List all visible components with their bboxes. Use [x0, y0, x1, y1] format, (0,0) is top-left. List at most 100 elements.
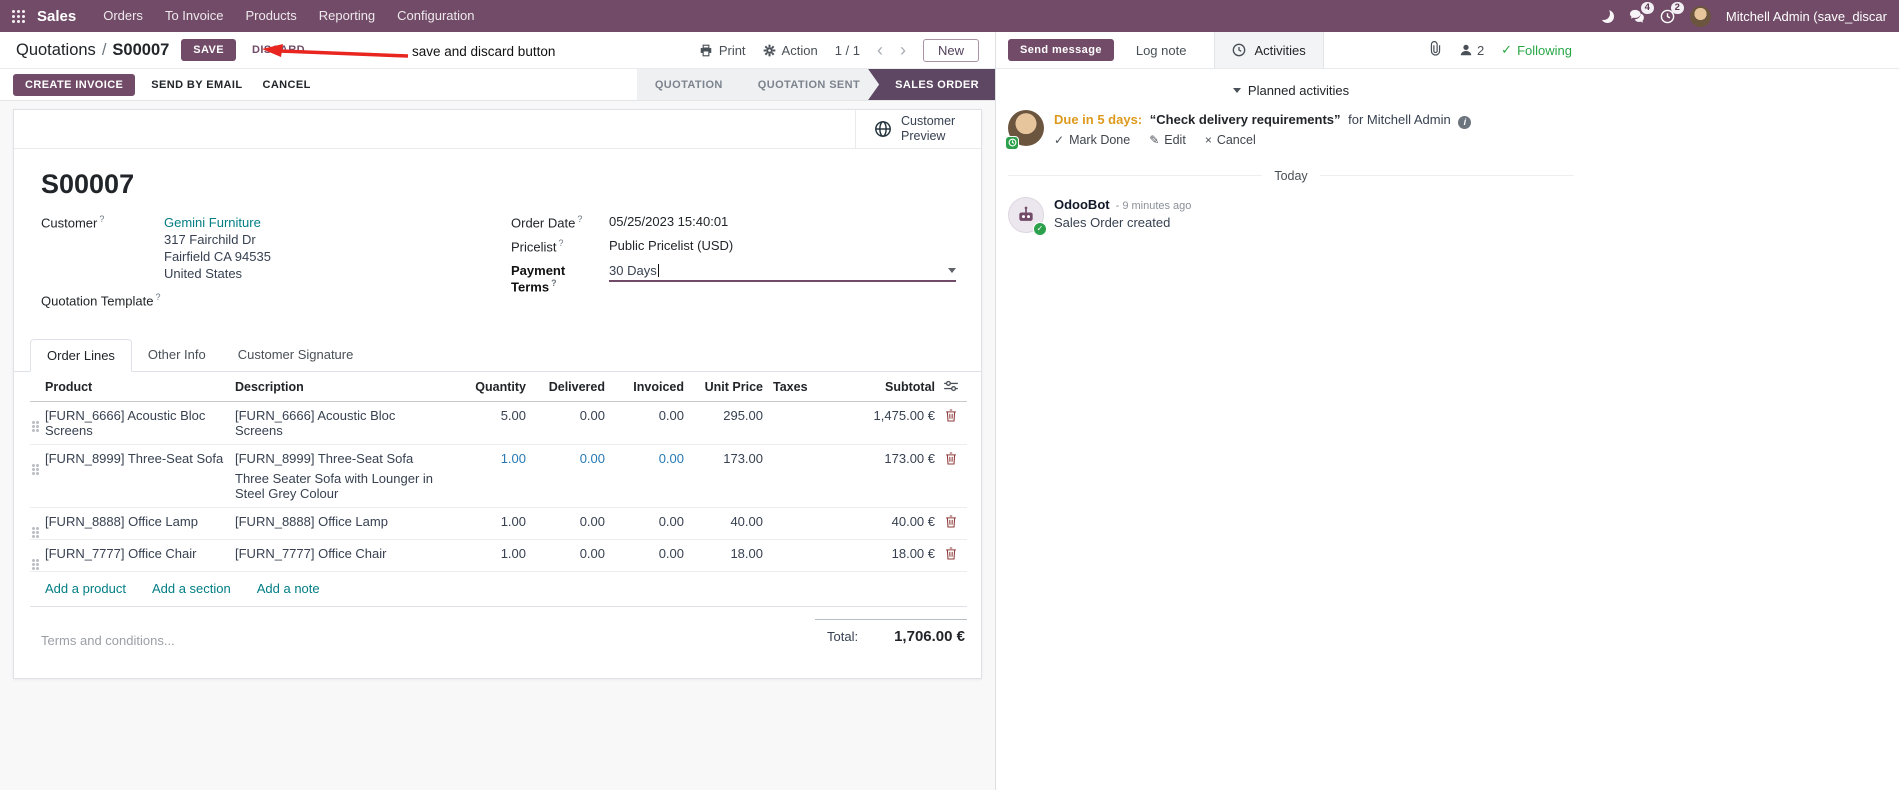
drag-handle-icon[interactable]: [32, 464, 35, 468]
menu-reporting[interactable]: Reporting: [308, 0, 386, 32]
table-row[interactable]: [FURN_6666] Acoustic Bloc Screens [FURN_…: [30, 402, 967, 446]
user-name[interactable]: Mitchell Admin (save_discar: [1726, 9, 1887, 24]
save-button[interactable]: SAVE: [181, 39, 237, 61]
header-subtotal[interactable]: Subtotal: [835, 380, 935, 394]
send-by-email-button[interactable]: SEND BY EMAIL: [141, 74, 252, 96]
header-delivered[interactable]: Delivered: [526, 380, 605, 394]
table-row[interactable]: [FURN_8999] Three-Seat Sofa [FURN_8999] …: [30, 445, 967, 509]
followers-button[interactable]: 2: [1459, 43, 1484, 58]
add-a-note-link[interactable]: Add a note: [257, 581, 320, 596]
line-invoiced[interactable]: 0.00: [605, 514, 684, 529]
table-row[interactable]: [FURN_8888] Office Lamp [FURN_8888] Offi…: [30, 508, 967, 541]
line-product[interactable]: [FURN_6666] Acoustic Bloc Screens: [45, 408, 235, 438]
line-delivered[interactable]: 0.00: [526, 546, 605, 561]
menu-products[interactable]: Products: [234, 0, 307, 32]
cancel-activity-button[interactable]: × Cancel: [1205, 133, 1256, 147]
line-description[interactable]: [FURN_7777] Office Chair: [235, 546, 447, 561]
add-a-section-link[interactable]: Add a section: [152, 581, 231, 596]
line-product[interactable]: [FURN_8888] Office Lamp: [45, 514, 235, 529]
pager-next-icon[interactable]: ›: [900, 41, 906, 59]
customer-link[interactable]: Gemini Furniture: [164, 215, 261, 230]
menu-to-invoice[interactable]: To Invoice: [154, 0, 235, 32]
header-quantity[interactable]: Quantity: [447, 380, 526, 394]
payment-terms-label: Payment Terms?: [511, 262, 566, 294]
table-footer-links: Add a product Add a section Add a note: [30, 572, 967, 608]
send-message-button[interactable]: Send message: [1008, 39, 1114, 61]
delete-line-icon[interactable]: [945, 452, 957, 465]
line-unit-price[interactable]: 173.00: [684, 451, 763, 466]
record-title[interactable]: S00007: [14, 169, 981, 200]
edit-activity-button[interactable]: ✎ Edit: [1149, 133, 1186, 147]
cancel-button[interactable]: CANCEL: [252, 74, 320, 96]
line-product[interactable]: [FURN_7777] Office Chair: [45, 546, 235, 561]
status-quotation[interactable]: QUOTATION: [637, 69, 743, 100]
activities-clock-icon[interactable]: 2: [1660, 1, 1684, 24]
terms-placeholder[interactable]: Terms and conditions...: [41, 633, 175, 648]
messages-icon[interactable]: 4: [1629, 2, 1654, 23]
line-unit-price[interactable]: 18.00: [684, 546, 763, 561]
pricelist-value[interactable]: Public Pricelist (USD): [609, 238, 733, 253]
add-a-product-link[interactable]: Add a product: [45, 581, 126, 596]
drag-handle-icon[interactable]: [32, 527, 35, 531]
line-invoiced[interactable]: 0.00: [605, 408, 684, 423]
line-quantity[interactable]: 1.00: [447, 546, 526, 561]
tab-other-info[interactable]: Other Info: [132, 339, 222, 372]
line-description[interactable]: [FURN_8999] Three-Seat Sofa Three Seater…: [235, 451, 447, 501]
line-unit-price[interactable]: 295.00: [684, 408, 763, 423]
line-description[interactable]: [FURN_6666] Acoustic Bloc Screens: [235, 408, 447, 438]
tab-order-lines[interactable]: Order Lines: [30, 339, 132, 373]
status-quotation-sent[interactable]: QUOTATION SENT: [731, 69, 880, 100]
action-button[interactable]: Action: [763, 43, 818, 58]
header-product[interactable]: Product: [45, 380, 235, 394]
status-sales-order[interactable]: SALES ORDER: [868, 69, 995, 100]
line-invoiced[interactable]: 0.00: [605, 451, 684, 466]
info-icon[interactable]: i: [1458, 115, 1472, 129]
customer-preview-button[interactable]: Customer Preview: [855, 110, 981, 148]
line-delivered[interactable]: 0.00: [526, 514, 605, 529]
user-avatar[interactable]: [1689, 5, 1711, 27]
message-author[interactable]: OdooBot: [1054, 197, 1110, 212]
delete-line-icon[interactable]: [945, 409, 957, 422]
print-label: Print: [718, 42, 746, 58]
drag-handle-icon[interactable]: [32, 559, 35, 563]
dropdown-caret-icon[interactable]: [948, 267, 956, 273]
app-name[interactable]: Sales: [37, 8, 76, 25]
line-quantity[interactable]: 1.00: [447, 451, 526, 466]
attachments-button[interactable]: [1429, 41, 1442, 59]
pager-previous-icon[interactable]: ‹: [877, 41, 883, 59]
line-subtotal: 173.00 €: [884, 451, 935, 467]
line-description[interactable]: [FURN_8888] Office Lamp: [235, 514, 447, 529]
log-note-button[interactable]: Log note: [1130, 38, 1193, 63]
line-product[interactable]: [FURN_8999] Three-Seat Sofa: [45, 451, 235, 466]
line-invoiced[interactable]: 0.00: [605, 546, 684, 561]
header-description[interactable]: Description: [235, 380, 447, 394]
header-invoiced[interactable]: Invoiced: [605, 380, 684, 394]
line-delivered[interactable]: 0.00: [526, 408, 605, 423]
tab-customer-signature[interactable]: Customer Signature: [222, 339, 370, 372]
header-unit-price[interactable]: Unit Price: [684, 380, 763, 394]
optional-columns-icon[interactable]: [944, 380, 958, 392]
mark-done-button[interactable]: ✓ Mark Done: [1054, 133, 1130, 147]
following-button[interactable]: ✓ Following: [1501, 42, 1572, 58]
print-button[interactable]: Print: [699, 43, 746, 58]
menu-orders[interactable]: Orders: [92, 0, 154, 32]
line-quantity[interactable]: 5.00: [447, 408, 526, 423]
delete-line-icon[interactable]: [945, 515, 957, 528]
activities-tab[interactable]: Activities: [1214, 32, 1324, 68]
line-unit-price[interactable]: 40.00: [684, 514, 763, 529]
dark-mode-icon[interactable]: [1601, 10, 1614, 23]
delete-line-icon[interactable]: [945, 547, 957, 560]
order-date-value[interactable]: 05/25/2023 15:40:01: [609, 214, 728, 229]
line-delivered[interactable]: 0.00: [526, 451, 605, 466]
table-row[interactable]: [FURN_7777] Office Chair [FURN_7777] Off…: [30, 540, 967, 573]
breadcrumb-quotations[interactable]: Quotations: [16, 41, 96, 60]
header-taxes[interactable]: Taxes: [763, 380, 835, 394]
planned-activities-toggle[interactable]: Planned activities: [1008, 83, 1574, 98]
new-button[interactable]: New: [922, 38, 979, 62]
drag-handle-icon[interactable]: [32, 421, 35, 425]
create-invoice-button[interactable]: CREATE INVOICE: [13, 73, 136, 96]
payment-terms-field[interactable]: 30 Days: [609, 263, 956, 282]
line-quantity[interactable]: 1.00: [447, 514, 526, 529]
apps-menu-icon[interactable]: [12, 9, 25, 23]
menu-configuration[interactable]: Configuration: [386, 0, 485, 32]
